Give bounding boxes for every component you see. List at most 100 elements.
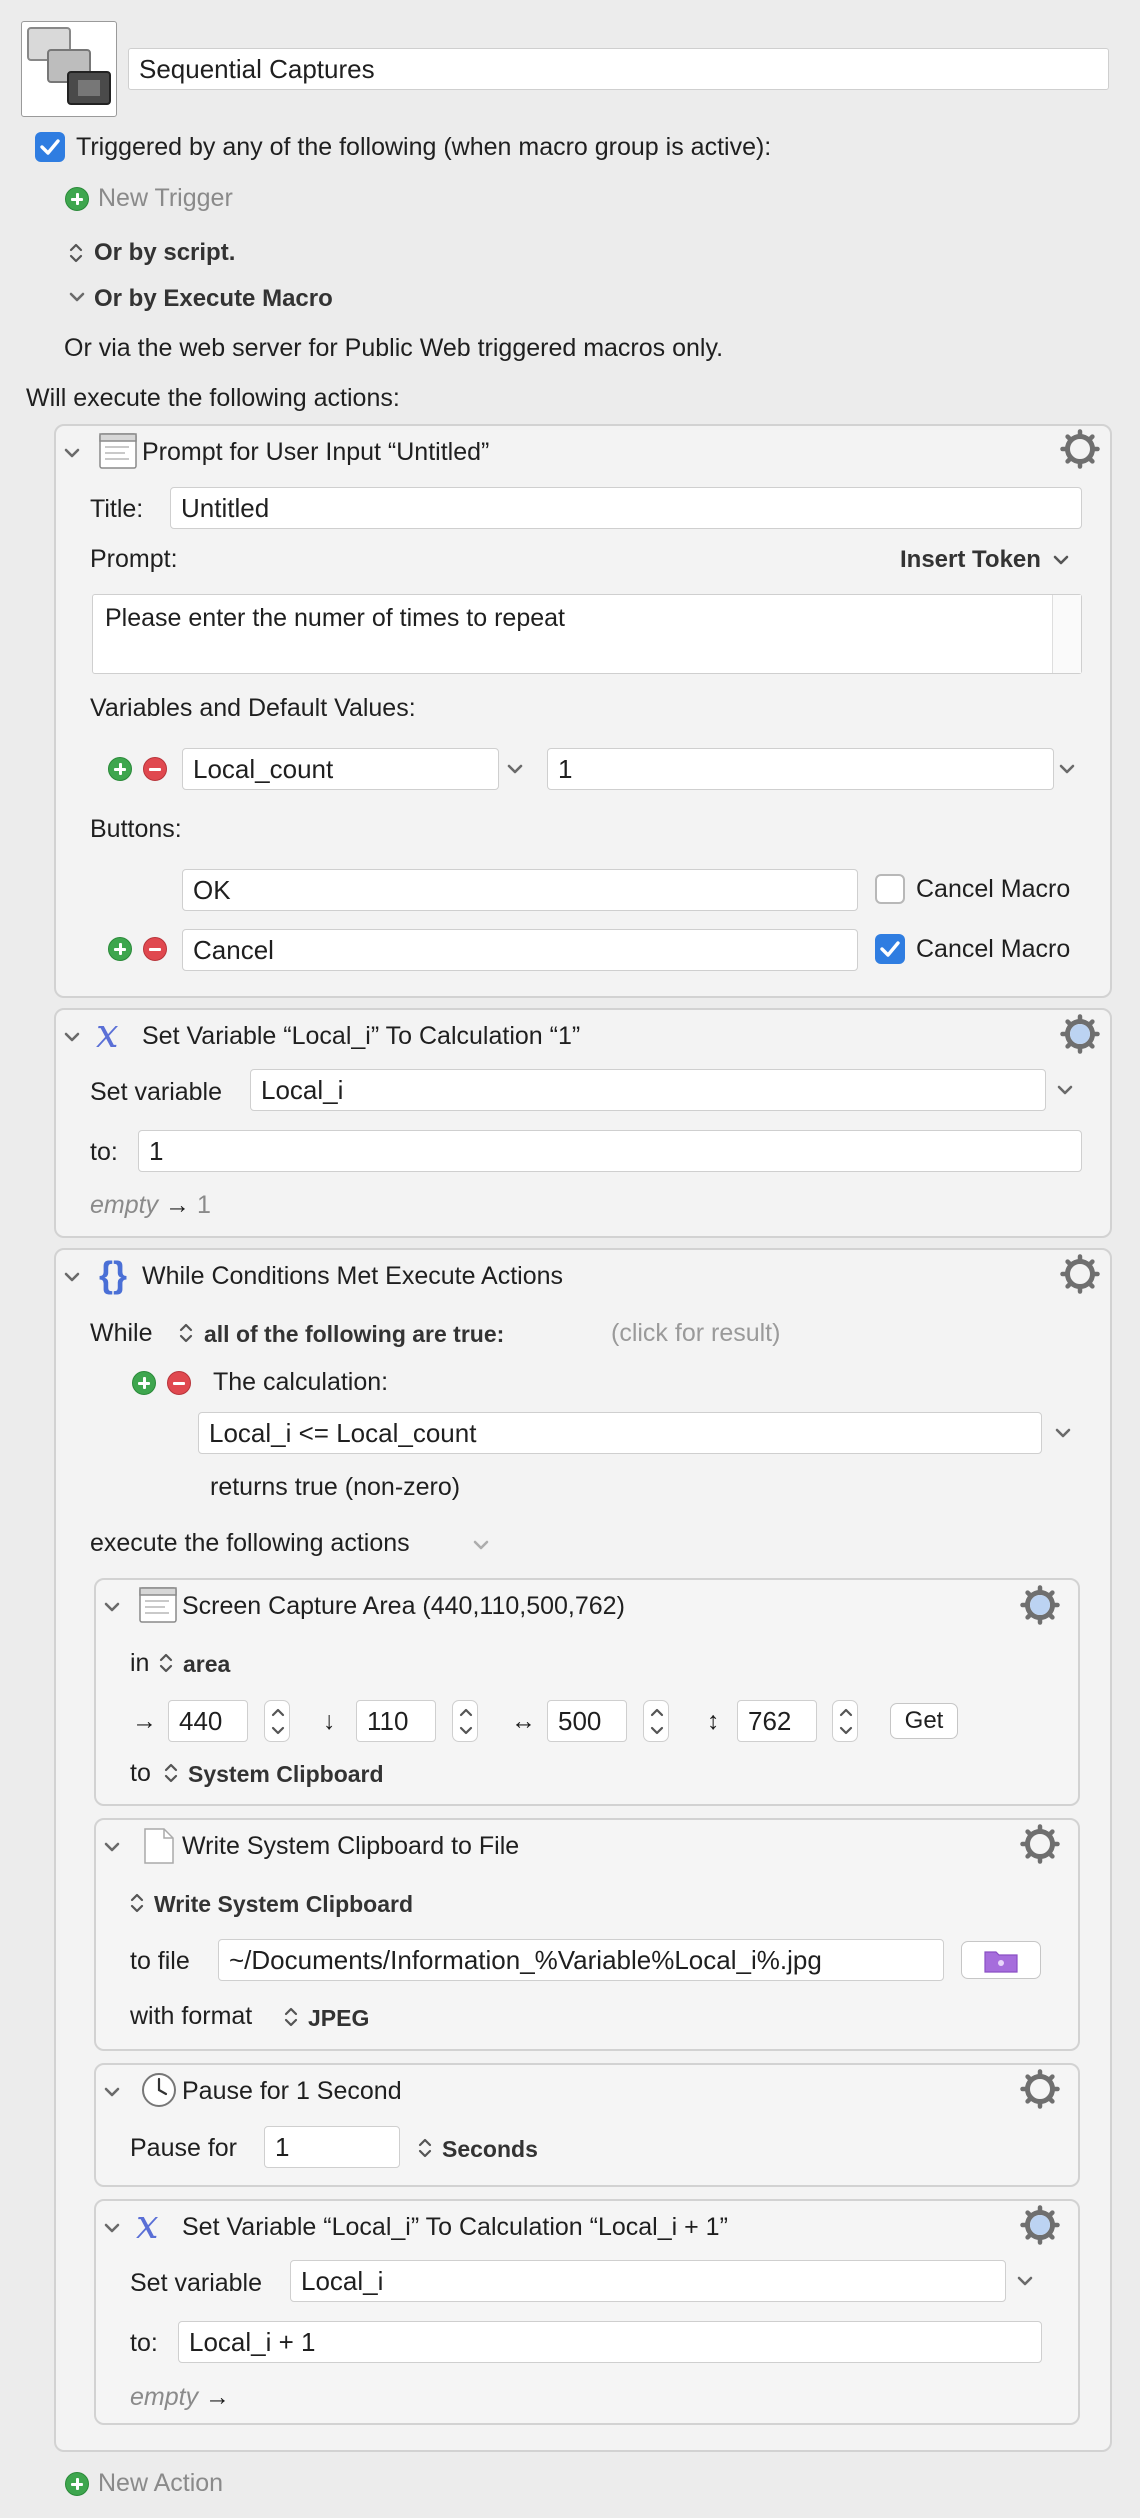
left-stepper[interactable] bbox=[264, 1700, 290, 1742]
new-trigger-icon[interactable] bbox=[65, 187, 89, 211]
top-stepper[interactable] bbox=[452, 1700, 478, 1742]
will-execute-label: Will execute the following actions: bbox=[26, 384, 400, 412]
collapse-chevron-icon[interactable] bbox=[97, 2077, 127, 2107]
set-var2-title[interactable]: Set Variable “Local_i” To Calculation “L… bbox=[182, 2212, 728, 2242]
arrow-right-icon: → bbox=[165, 1191, 191, 1219]
source-select[interactable]: Write System Clipboard bbox=[154, 1889, 413, 1919]
pause-value-field[interactable]: 1 bbox=[264, 2126, 400, 2168]
choose-folder-button[interactable] bbox=[961, 1941, 1041, 1979]
capture-height-field[interactable]: 762 bbox=[737, 1700, 817, 1742]
set-var1-to-field[interactable]: 1 bbox=[138, 1130, 1082, 1172]
click-for-result[interactable]: (click for result) bbox=[611, 1318, 780, 1348]
gear-icon[interactable] bbox=[1060, 1014, 1100, 1054]
new-action-icon[interactable] bbox=[65, 2472, 89, 2496]
collapse-chevron-icon[interactable] bbox=[97, 1592, 127, 1622]
gear-icon[interactable] bbox=[1020, 2205, 1060, 2245]
execute-label: execute the following actions bbox=[90, 1529, 410, 1557]
add-variable-icon[interactable] bbox=[108, 757, 132, 781]
or-by-execute-chevron-icon[interactable] bbox=[62, 282, 92, 312]
write-clipboard-title[interactable]: Write System Clipboard to File bbox=[182, 1831, 519, 1861]
prompt-text-area[interactable]: Please enter the numer of times to repea… bbox=[92, 594, 1082, 674]
insert-token-label: Insert Token bbox=[900, 546, 1041, 573]
button-cancel-field[interactable]: Cancel bbox=[182, 929, 858, 971]
or-by-execute-label[interactable]: Or by Execute Macro bbox=[94, 284, 333, 314]
prompt-title-field[interactable]: Untitled bbox=[170, 487, 1082, 529]
set-var2-preview: empty → bbox=[130, 2382, 230, 2412]
remove-button-icon[interactable] bbox=[143, 937, 167, 961]
height-stepper[interactable] bbox=[832, 1700, 858, 1742]
collapse-chevron-icon[interactable] bbox=[57, 1262, 87, 1292]
variable-default-field[interactable]: 1 bbox=[547, 748, 1054, 790]
width-stepper[interactable] bbox=[643, 1700, 669, 1742]
gear-icon[interactable] bbox=[1060, 1254, 1100, 1294]
trigger-enabled-checkbox[interactable] bbox=[35, 132, 65, 162]
screen-capture-title[interactable]: Screen Capture Area (440,110,500,762) bbox=[182, 1591, 625, 1621]
var-name-dropdown-icon[interactable] bbox=[1050, 1075, 1080, 1105]
stepper-arrows-icon bbox=[459, 1708, 473, 1735]
macro-icon[interactable] bbox=[21, 21, 117, 117]
macro-name-field[interactable]: Sequential Captures bbox=[128, 48, 1109, 90]
add-button-icon[interactable] bbox=[108, 937, 132, 961]
title-label: Title: bbox=[90, 495, 144, 523]
or-by-script-label[interactable]: Or by script. bbox=[94, 238, 235, 268]
set-var2-to-field[interactable]: Local_i + 1 bbox=[178, 2321, 1042, 2363]
condition-mode-select[interactable]: all of the following are true: bbox=[204, 1319, 504, 1349]
variable-name-dropdown-icon[interactable] bbox=[500, 754, 530, 784]
get-button[interactable]: Get bbox=[890, 1703, 958, 1739]
set-var1-title[interactable]: Set Variable “Local_i” To Calculation “1… bbox=[142, 1021, 580, 1051]
collapse-chevron-icon[interactable] bbox=[57, 1022, 87, 1052]
gear-icon[interactable] bbox=[1020, 1824, 1060, 1864]
with-format-label: with format bbox=[130, 2002, 253, 2030]
destination-updown-icon[interactable] bbox=[164, 1762, 178, 1784]
buttons-label: Buttons: bbox=[90, 815, 182, 843]
var-name-dropdown-icon[interactable] bbox=[1010, 2266, 1040, 2296]
insert-token-menu[interactable]: Insert Token bbox=[900, 545, 1074, 575]
format-select[interactable]: JPEG bbox=[308, 2003, 369, 2033]
condition-mode-updown-icon[interactable] bbox=[179, 1322, 193, 1344]
set-var1-name-field[interactable]: Local_i bbox=[250, 1069, 1046, 1111]
execute-chevron-icon[interactable] bbox=[466, 1530, 496, 1560]
while-title[interactable]: While Conditions Met Execute Actions bbox=[142, 1261, 563, 1291]
cancel-cancel-macro-checkbox[interactable] bbox=[875, 934, 905, 964]
capture-width-field[interactable]: 500 bbox=[547, 1700, 627, 1742]
prompt-action-title[interactable]: Prompt for User Input “Untitled” bbox=[142, 437, 489, 467]
source-updown-icon[interactable] bbox=[130, 1892, 144, 1914]
calculation-field[interactable]: Local_i <= Local_count bbox=[198, 1412, 1042, 1454]
returns-label: returns true (non-zero) bbox=[210, 1473, 461, 1501]
add-condition-icon[interactable] bbox=[132, 1371, 156, 1395]
ok-cancel-macro-checkbox[interactable] bbox=[875, 874, 905, 904]
prompt-window-icon bbox=[99, 433, 137, 469]
capture-top-field[interactable]: 110 bbox=[356, 1700, 436, 1742]
variable-default-dropdown-icon[interactable] bbox=[1052, 754, 1082, 784]
destination-select[interactable]: System Clipboard bbox=[188, 1759, 384, 1789]
gear-icon[interactable] bbox=[1020, 2069, 1060, 2109]
new-action-button[interactable]: New Action bbox=[98, 2468, 223, 2498]
button-ok-field[interactable]: OK bbox=[182, 869, 858, 911]
gear-icon[interactable] bbox=[1020, 1585, 1060, 1625]
remove-variable-icon[interactable] bbox=[143, 757, 167, 781]
capture-left-field[interactable]: 440 bbox=[168, 1700, 248, 1742]
collapse-chevron-icon[interactable] bbox=[97, 2213, 127, 2243]
calculation-dropdown-icon[interactable] bbox=[1048, 1418, 1078, 1448]
variable-name-field[interactable]: Local_count bbox=[182, 748, 499, 790]
prompt-scrollbar[interactable] bbox=[1052, 595, 1081, 673]
remove-condition-icon[interactable] bbox=[167, 1371, 191, 1395]
set-var2-name-field[interactable]: Local_i bbox=[290, 2260, 1006, 2302]
file-path-field[interactable]: ~/Documents/Information_%Variable%Local_… bbox=[218, 1939, 944, 1981]
new-trigger-button[interactable]: New Trigger bbox=[98, 183, 233, 213]
set-variable-label: Set variable bbox=[130, 2269, 263, 2297]
arrow-right-icon: → bbox=[205, 2383, 231, 2411]
pause-title[interactable]: Pause for 1 Second bbox=[182, 2076, 402, 2106]
area-select[interactable]: area bbox=[183, 1649, 230, 1679]
unit-updown-icon[interactable] bbox=[418, 2137, 432, 2159]
stacked-screens-icon bbox=[27, 27, 111, 105]
unit-select[interactable]: Seconds bbox=[442, 2134, 538, 2164]
format-updown-icon[interactable] bbox=[284, 2006, 298, 2028]
gear-icon[interactable] bbox=[1060, 429, 1100, 469]
chevron-down-icon bbox=[1053, 555, 1068, 565]
calculation-label: The calculation: bbox=[213, 1368, 389, 1396]
or-by-script-toggle-icon[interactable] bbox=[69, 242, 83, 264]
collapse-chevron-icon[interactable] bbox=[97, 1832, 127, 1862]
collapse-chevron-icon[interactable] bbox=[57, 438, 87, 468]
area-updown-icon[interactable] bbox=[159, 1652, 173, 1674]
